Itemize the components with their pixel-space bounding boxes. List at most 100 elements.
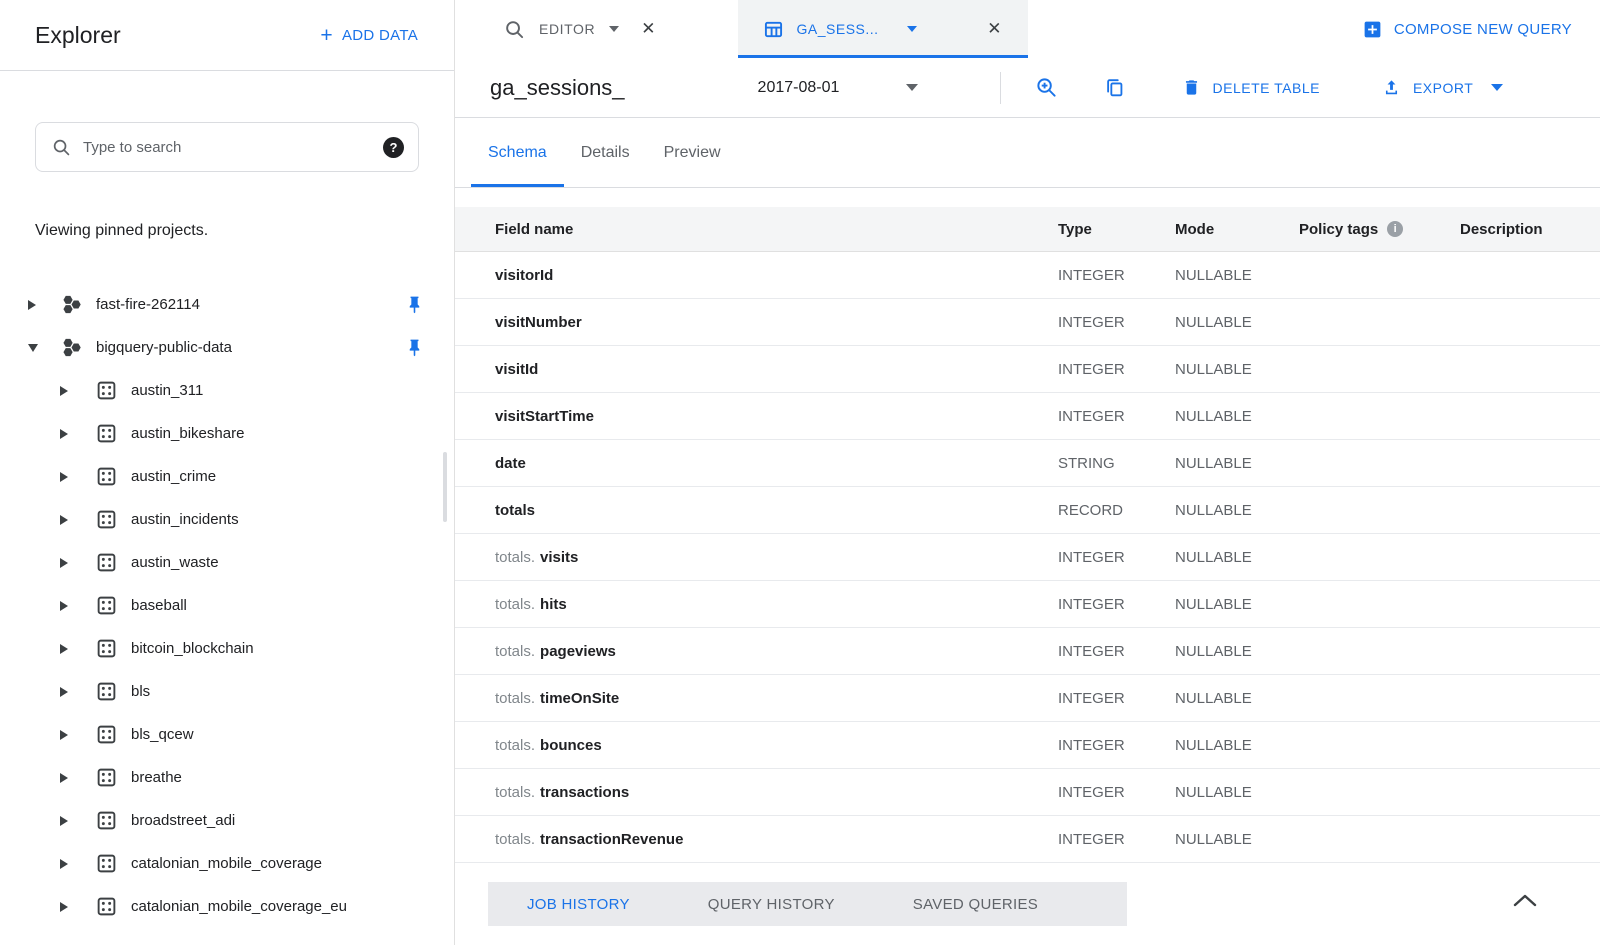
field-type: INTEGER [1058, 736, 1125, 754]
collapse-panel-button[interactable] [1512, 893, 1538, 908]
dataset-name[interactable]: catalonian_mobile_coverage [131, 855, 322, 872]
chevron-down-icon[interactable] [906, 26, 917, 32]
dataset-name[interactable]: austin_crime [131, 468, 216, 485]
table-suffix-dropdown[interactable]: 2017-08-01 [758, 79, 918, 97]
chevron-down-icon [905, 84, 918, 91]
expander-icon[interactable] [60, 770, 74, 786]
field-type: INTEGER [1058, 689, 1125, 707]
dataset-row-bls[interactable]: bls [0, 670, 454, 713]
dataset-name[interactable]: austin_incidents [131, 511, 239, 528]
schema-row: visitorId INTEGER NULLABLE [455, 252, 1600, 299]
info-icon[interactable]: i [1387, 221, 1404, 237]
view-tab-preview[interactable]: Preview [647, 118, 738, 187]
dataset-row-austin_311[interactable]: austin_311 [0, 369, 454, 412]
expander-icon[interactable] [60, 727, 74, 743]
dataset-icon [96, 853, 117, 874]
expander-icon[interactable] [60, 512, 74, 528]
expander-icon[interactable] [28, 297, 42, 313]
expander-icon[interactable] [60, 899, 74, 915]
dataset-row-baseball[interactable]: baseball [0, 584, 454, 627]
pin-icon[interactable] [405, 338, 424, 357]
dataset-name[interactable]: broadstreet_adi [131, 812, 235, 829]
expander-icon[interactable] [60, 856, 74, 872]
expander-icon[interactable] [60, 813, 74, 829]
view-tab-details[interactable]: Details [564, 118, 647, 187]
add-data-label: ADD DATA [341, 26, 418, 44]
field-name-cell: totals. visits [495, 549, 1058, 566]
table-tab-label: GA_SESS... [796, 21, 879, 37]
chevron-down-icon[interactable] [609, 26, 620, 32]
tab-editor[interactable]: EDITOR ✕ [480, 0, 680, 58]
dataset-name[interactable]: bls_qcew [131, 726, 194, 743]
dataset-row-austin_crime[interactable]: austin_crime [0, 455, 454, 498]
explorer-header: Explorer + ADD DATA [0, 0, 454, 71]
bottom-tab-job-history[interactable]: JOB HISTORY [488, 882, 669, 926]
project-row-fast-fire-262114[interactable]: fast-fire-262114 [0, 283, 454, 326]
dataset-row-austin_incidents[interactable]: austin_incidents [0, 498, 454, 541]
search-box[interactable]: ? [35, 122, 419, 172]
dataset-row-breathe[interactable]: breathe [0, 756, 454, 799]
delete-table-button[interactable]: DELETE TABLE [1182, 78, 1320, 97]
project-row-bigquery-public-data[interactable]: bigquery-public-data [0, 326, 454, 369]
project-icon [60, 293, 83, 316]
dataset-row-austin_bikeshare[interactable]: austin_bikeshare [0, 412, 454, 455]
field-mode: NULLABLE [1175, 736, 1252, 754]
dataset-name[interactable]: austin_waste [131, 554, 219, 571]
project-name[interactable]: fast-fire-262114 [96, 296, 200, 313]
schema-row: totals. transactions INTEGER NULLABLE [455, 769, 1600, 816]
expander-icon[interactable] [60, 641, 74, 657]
dataset-row-broadstreet_adi[interactable]: broadstreet_adi [0, 799, 454, 842]
dataset-icon [96, 810, 117, 831]
view-tabs: Schema Details Preview [455, 118, 1600, 188]
scrollbar-thumb[interactable] [443, 452, 447, 522]
field-name-cell: totals. timeOnSite [495, 690, 1058, 707]
field-type: INTEGER [1058, 313, 1125, 331]
compose-new-query-button[interactable]: COMPOSE NEW QUERY [1362, 0, 1572, 58]
expander-icon[interactable] [60, 598, 74, 614]
dataset-name[interactable]: catalonian_mobile_coverage_eu [131, 898, 347, 915]
bigquery-console: Explorer + ADD DATA ? Viewing pinned pro… [0, 0, 1600, 945]
field-name: transactions [540, 783, 630, 801]
field-type: INTEGER [1058, 360, 1125, 378]
dataset-row-bls_qcew[interactable]: bls_qcew [0, 713, 454, 756]
field-mode: NULLABLE [1175, 689, 1252, 707]
expander-icon[interactable] [60, 555, 74, 571]
project-name[interactable]: bigquery-public-data [96, 339, 232, 356]
copy-table-button[interactable] [1104, 77, 1126, 99]
search-input[interactable] [83, 138, 371, 156]
bottom-tab-saved-queries[interactable]: SAVED QUERIES [874, 882, 1077, 926]
dataset-row-catalonian_mobile_coverage[interactable]: catalonian_mobile_coverage [0, 842, 454, 885]
close-icon[interactable]: ✕ [987, 19, 1001, 39]
column-header-field-name: Field name [495, 220, 574, 238]
expander-icon[interactable] [60, 684, 74, 700]
help-icon[interactable]: ? [383, 136, 404, 158]
dataset-row-bitcoin_blockchain[interactable]: bitcoin_blockchain [0, 627, 454, 670]
dataset-name[interactable]: breathe [131, 769, 182, 786]
field-name-cell: totals. transactions [495, 784, 1058, 801]
search-table-button[interactable] [1035, 76, 1058, 99]
pin-icon[interactable] [405, 295, 424, 314]
bottom-tab-query-history[interactable]: QUERY HISTORY [669, 882, 874, 926]
tab-ga-sessions[interactable]: GA_SESS... ✕ [737, 0, 1028, 58]
dataset-name[interactable]: bitcoin_blockchain [131, 640, 254, 657]
dataset-row-catalonian_mobile_coverage_eu[interactable]: catalonian_mobile_coverage_eu [0, 885, 454, 928]
dataset-name[interactable]: austin_bikeshare [131, 425, 244, 442]
expander-icon[interactable] [60, 426, 74, 442]
expander-icon[interactable] [60, 469, 74, 485]
add-data-button[interactable]: + ADD DATA [320, 25, 418, 46]
dataset-name[interactable]: bls [131, 683, 150, 700]
schema-row: totals. transactionRevenue INTEGER NULLAB… [455, 816, 1600, 863]
expander-icon[interactable] [28, 340, 42, 356]
dataset-name[interactable]: baseball [131, 597, 187, 614]
dataset-name[interactable]: austin_311 [131, 382, 203, 399]
export-button[interactable]: EXPORT [1382, 78, 1504, 97]
copy-icon [1104, 77, 1126, 99]
field-prefix: totals. [495, 548, 536, 566]
expander-icon[interactable] [60, 383, 74, 399]
view-tab-schema[interactable]: Schema [471, 118, 564, 187]
explorer-tree: fast-fire-262114 bigquery-public-data au [0, 283, 454, 928]
close-icon[interactable]: ✕ [641, 19, 655, 39]
field-name: totals [495, 501, 536, 519]
dataset-row-austin_waste[interactable]: austin_waste [0, 541, 454, 584]
field-prefix: totals. [495, 595, 536, 613]
